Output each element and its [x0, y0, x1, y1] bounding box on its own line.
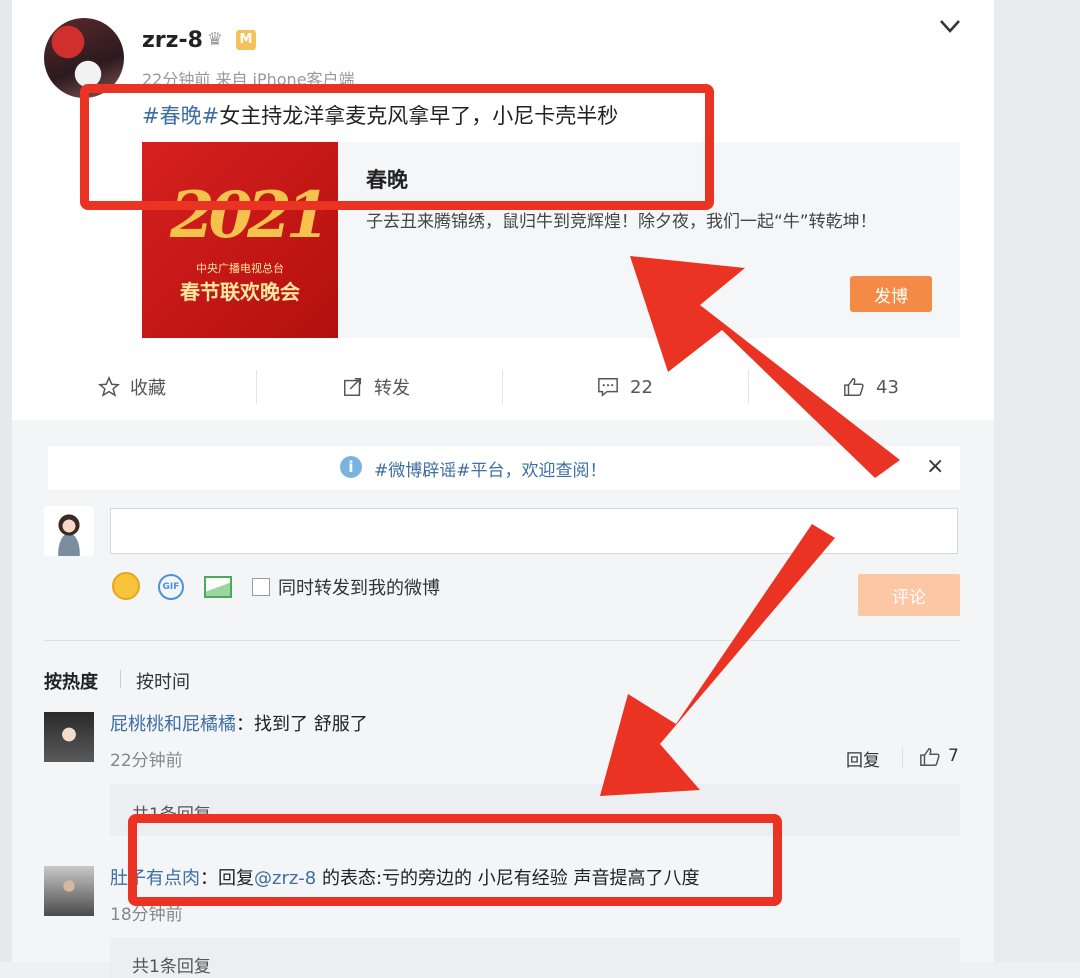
- arrow-down-left: [600, 524, 835, 796]
- annotation-arrows: [600, 256, 900, 796]
- arrow-up-left: [630, 256, 900, 478]
